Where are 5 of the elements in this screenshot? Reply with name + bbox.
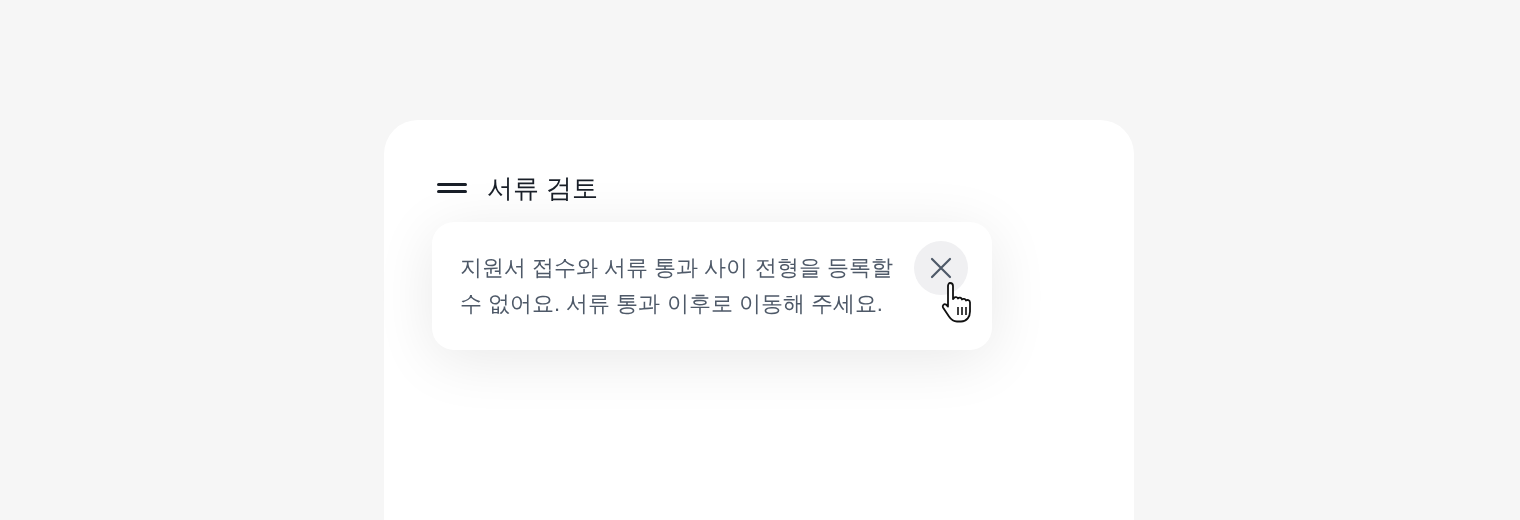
close-icon [930,257,952,279]
panel-title: 서류 검토 [487,171,599,205]
tooltip-message: 지원서 접수와 서류 통과 사이 전형을 등록할 수 없어요. 서류 통과 이후로 이동해 주세요. [460,254,894,318]
close-button[interactable] [914,241,968,295]
drag-handle-icon[interactable] [437,182,467,194]
